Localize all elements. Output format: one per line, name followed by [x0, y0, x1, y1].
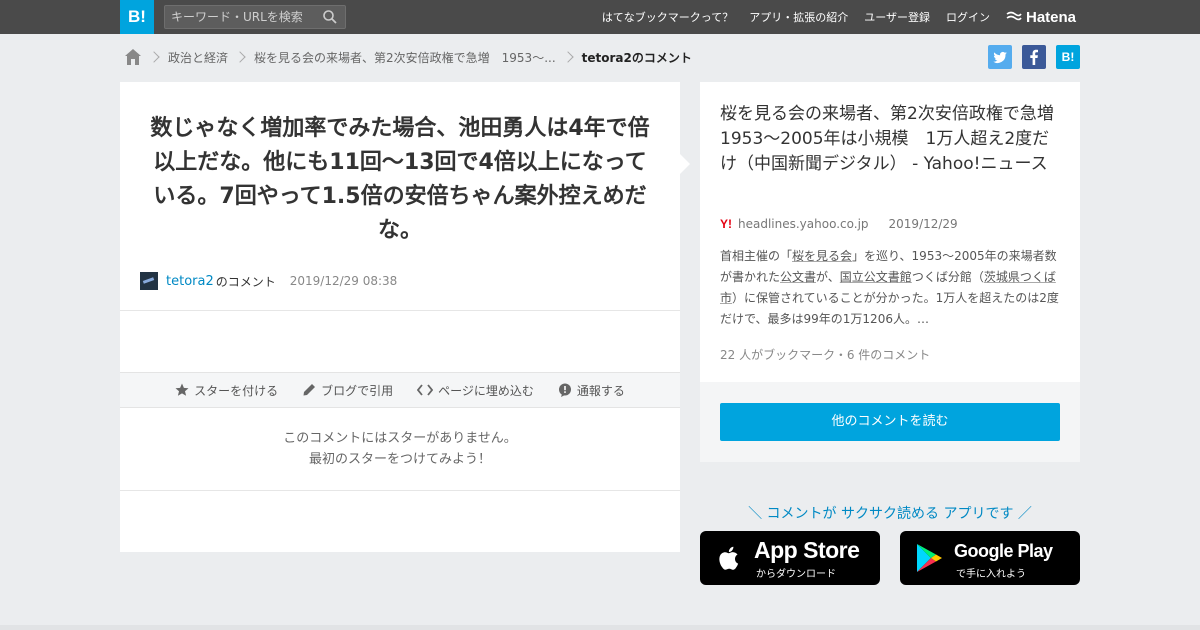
- comment-text: 数じゃなく増加率でみた場合、池田勇人は4年で倍以上だな。他にも11回～13回で4…: [150, 116, 650, 243]
- entry-pointer: [680, 154, 690, 174]
- app-promo-tagline: ＼ コメントが サクサク読める アプリです ／: [748, 506, 1032, 522]
- breadcrumb-category[interactable]: 政治と経済: [168, 49, 228, 66]
- entry-summary: 首相主催の「桜を見る会」を巡り、1953～2005年の来場者数が書かれた公文書が…: [720, 246, 1065, 330]
- search-box: [164, 5, 346, 29]
- divider: [120, 490, 680, 491]
- nav-about[interactable]: はてなブックマークって？: [602, 9, 733, 25]
- chevron-right-icon: [148, 51, 160, 63]
- add-star-button[interactable]: スターを付ける: [175, 382, 278, 399]
- entry-stats[interactable]: 22 人がブックマーク・6 件のコメント: [720, 346, 930, 363]
- search-input[interactable]: [171, 6, 316, 28]
- entry-title[interactable]: 桜を見る会の来場者、第2次安倍政権で急増 1953～2005年は小規模 1万人超…: [720, 102, 1071, 177]
- summary-text: が、: [816, 270, 840, 284]
- top-bar: B! はてなブックマークって？ アプリ・拡張の紹介 ユーザー登録 ログイン Ha…: [0, 0, 1200, 34]
- keyword-link[interactable]: 公文書: [780, 270, 816, 284]
- embed-button[interactable]: ページに埋め込む: [417, 382, 534, 399]
- app-store-subtitle: からダウンロード: [756, 569, 836, 580]
- pencil-icon: [303, 384, 316, 396]
- nav-apps[interactable]: アプリ・拡張の紹介: [749, 9, 848, 25]
- entry-card: 桜を見る会の来場者、第2次安倍政権で急増 1953～2005年は小規模 1万人超…: [700, 82, 1080, 382]
- top-nav: はてなブックマークって？ アプリ・拡張の紹介 ユーザー登録 ログイン: [602, 0, 990, 34]
- keyword-link[interactable]: 桜を見る会: [792, 249, 852, 263]
- star-icon: [175, 383, 189, 396]
- report-label: 通報する: [576, 383, 625, 398]
- read-more-section: 他のコメントを読む: [700, 382, 1080, 462]
- hatena-share-button[interactable]: B!: [1056, 45, 1080, 69]
- keyword-link[interactable]: 国立公文書館: [840, 270, 912, 284]
- google-play-button[interactable]: Google Play で手に入れよう: [900, 531, 1080, 585]
- add-star-label: スターを付ける: [194, 383, 279, 398]
- facebook-icon: [1030, 49, 1038, 65]
- yahoo-icon: Y!: [720, 217, 732, 231]
- google-play-title: Google Play: [954, 541, 1053, 561]
- comment-date[interactable]: 2019/12/29 08:38: [290, 274, 398, 288]
- comment-card: 数じゃなく増加率でみた場合、池田勇人は4年で倍以上だな。他にも11回～13回で4…: [120, 82, 680, 552]
- code-icon: [417, 384, 434, 396]
- apple-icon: [719, 546, 739, 570]
- google-play-subtitle: で手に入れよう: [956, 569, 1026, 580]
- summary-text: ）に保管されていることが分かった。1万人を超えたのは2度だけで、最多は99年の1…: [720, 291, 1059, 326]
- summary-text: 首相主催の「: [720, 249, 793, 263]
- hatena-brand-text: Hatena: [1026, 8, 1077, 26]
- app-store-title: App Store: [754, 537, 860, 563]
- no-star-message: このコメントにはスターがありません。 最初のスターをつけてみよう！: [120, 428, 680, 470]
- blog-quote-button[interactable]: ブログで引用: [302, 382, 393, 399]
- report-icon: [558, 383, 571, 397]
- footer-divider: [0, 625, 1200, 630]
- breadcrumb-current: tetora2のコメント: [581, 50, 692, 65]
- blog-quote-label: ブログで引用: [321, 383, 394, 398]
- summary-text: つくば分館（: [911, 270, 984, 284]
- comment-user-suffix: のコメント: [215, 274, 276, 289]
- entry-date: 2019/12/29: [888, 217, 958, 231]
- report-button[interactable]: 通報する: [558, 382, 625, 399]
- twitter-share-button[interactable]: [988, 45, 1012, 69]
- nav-signup[interactable]: ユーザー登録: [864, 9, 930, 25]
- comment-meta: tetora2 のコメント 2019/12/29 08:38: [140, 272, 397, 290]
- comment-username[interactable]: tetora2: [166, 274, 214, 289]
- search-icon[interactable]: [323, 10, 337, 24]
- entry-source: Y! headlines.yahoo.co.jp 2019/12/29: [720, 217, 958, 231]
- chevron-right-icon: [561, 51, 574, 63]
- breadcrumb-entry[interactable]: 桜を見る会の来場者、第2次安倍政権で急増 1953～...: [254, 49, 556, 66]
- comment-actions: スターを付ける ブログで引用 ページに埋め込む 通報する: [120, 372, 680, 408]
- read-more-button[interactable]: 他のコメントを読む: [720, 403, 1060, 441]
- hatena-wave-icon: [1006, 11, 1022, 21]
- chevron-right-icon: [234, 51, 246, 63]
- share-buttons: B!: [988, 45, 1080, 69]
- app-store-button[interactable]: App Store からダウンロード: [700, 531, 880, 585]
- avatar[interactable]: [140, 272, 158, 290]
- facebook-share-button[interactable]: [1022, 45, 1046, 69]
- no-star-line-2: 最初のスターをつけてみよう！: [308, 452, 491, 467]
- breadcrumb: 政治と経済 桜を見る会の来場者、第2次安倍政権で急増 1953～... teto…: [124, 46, 692, 68]
- twitter-icon: [993, 51, 1007, 63]
- no-star-line-1: このコメントにはスターがありません。: [283, 431, 517, 446]
- divider: [120, 310, 680, 311]
- hatena-bookmark-logo[interactable]: B!: [120, 0, 154, 34]
- google-play-icon: [917, 544, 942, 572]
- hatena-brand-link[interactable]: Hatena: [1006, 8, 1076, 26]
- embed-label: ページに埋め込む: [438, 383, 534, 398]
- entry-domain[interactable]: headlines.yahoo.co.jp: [738, 217, 869, 231]
- home-icon[interactable]: [124, 48, 142, 66]
- nav-login[interactable]: ログイン: [946, 9, 990, 25]
